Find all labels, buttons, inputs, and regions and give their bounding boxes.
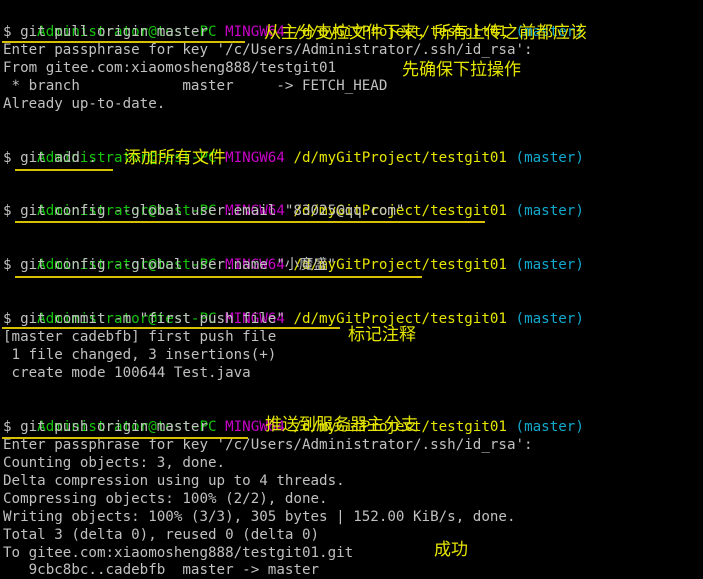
command-line: $ git config --global user.name "小魔盛" <box>3 257 336 273</box>
prompt-branch: (master) <box>515 419 584 435</box>
output-line: 1 file changed, 3 insertions(+) <box>3 347 277 363</box>
output-line: [master cadebfb] first push file <box>3 329 277 345</box>
command-line: $ git commit -m "first push file" <box>3 311 285 327</box>
command-underline <box>15 276 422 278</box>
output-line: Counting objects: 3, done. <box>3 455 226 471</box>
command-underline <box>2 437 248 439</box>
prompt-branch: (master) <box>515 257 584 273</box>
annotation-push: 推送到服务器主分支 <box>265 415 418 435</box>
output-line: Enter passphrase for key '/c/Users/Admin… <box>3 42 533 58</box>
annotation-success: 成功 <box>434 540 468 560</box>
prompt-line: Administrator@test-PC MINGW64 /d/myGitPr… <box>3 5 584 40</box>
prompt-env: MINGW64 <box>225 150 285 166</box>
output-line: * branch master -> FETCH_HEAD <box>3 78 388 94</box>
command-line: $ git add . <box>3 150 97 166</box>
command-underline <box>15 169 113 171</box>
output-line: Compressing objects: 100% (2/2), done. <box>3 491 328 507</box>
command-line: $ git pull origin master <box>3 24 208 40</box>
prompt-branch: (master) <box>515 150 584 166</box>
output-line: Already up-to-date. <box>3 96 166 112</box>
prompt-path: /d/myGitProject/testgit01 <box>293 150 507 166</box>
terminal-window[interactable]: Administrator@test-PC MINGW64 /d/myGitPr… <box>0 0 703 578</box>
annotation-commit: 标记注释 <box>348 325 416 345</box>
output-line: 9cbc8bc..cadebfb master -> master <box>3 562 320 578</box>
command-line: $ git push origin master <box>3 419 208 435</box>
prompt-branch: (master) <box>515 311 584 327</box>
command-underline <box>2 41 245 43</box>
prompt-line: Administrator@test-PC MINGW64 /d/myGitPr… <box>3 184 584 219</box>
output-line: From gitee.com:xiaomosheng888/testgit01 <box>3 60 337 76</box>
command-underline <box>15 221 485 223</box>
command-line: $ git config --global user.email "83025@… <box>3 203 405 219</box>
output-line: To gitee.com:xiaomosheng888/testgit01.gi… <box>3 545 354 561</box>
command-underline <box>2 327 340 329</box>
prompt-line: Administrator@test-PC MINGW64 /d/myGitPr… <box>3 131 584 166</box>
output-line: create mode 100644 Test.java <box>3 365 251 381</box>
prompt-branch: (master) <box>515 203 584 219</box>
annotation-pull-cont: 先确保下拉操作 <box>402 60 521 80</box>
prompt-line: Administrator@test-PC MINGW64 /d/myGitPr… <box>3 292 584 327</box>
annotation-pull: 从主分支拉文件下来，所有上传之前都应该 <box>264 23 587 43</box>
output-line: Writing objects: 100% (3/3), 305 bytes |… <box>3 509 516 525</box>
annotation-add: 添加所有文件 <box>124 148 226 168</box>
output-line: Total 3 (delta 0), reused 0 (delta 0) <box>3 527 320 543</box>
prompt-line: Administrator@test-PC MINGW64 /d/myGitPr… <box>3 238 584 273</box>
output-line: Delta compression using up to 4 threads. <box>3 473 345 489</box>
